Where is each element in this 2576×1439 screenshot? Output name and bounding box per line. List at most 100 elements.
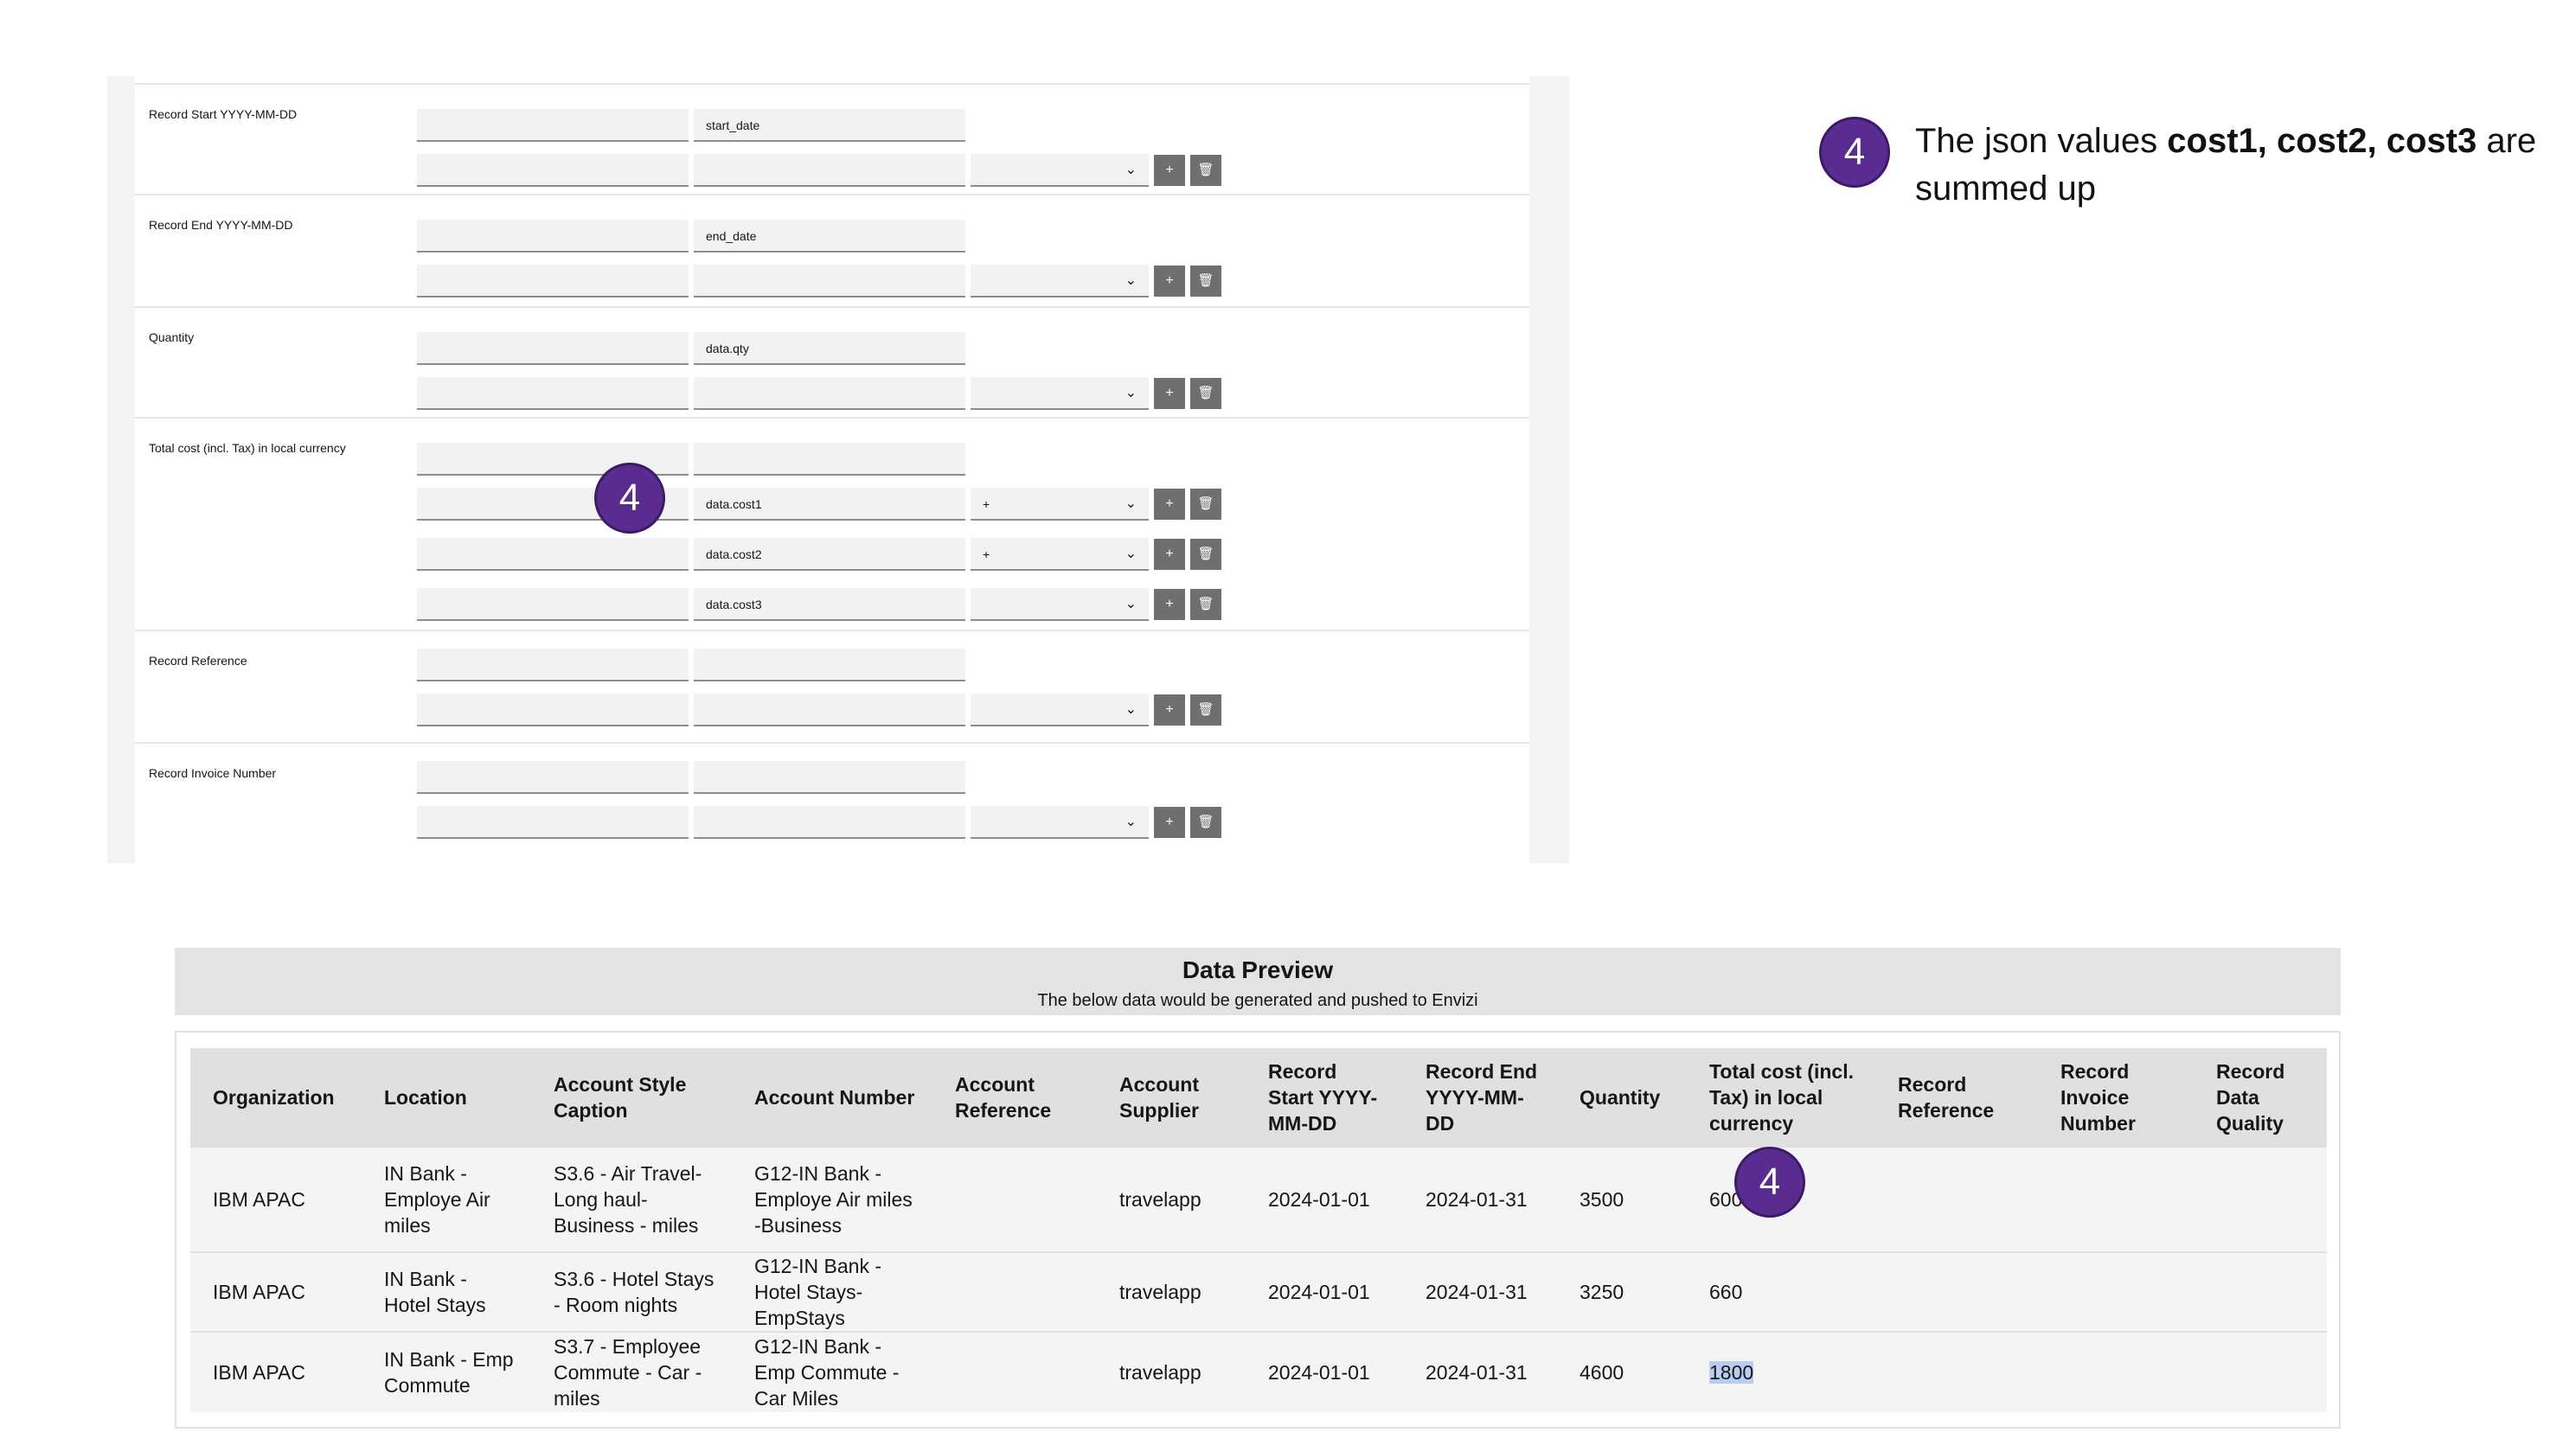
annotation-text-bold: cost1, cost2, cost3: [2167, 122, 2477, 160]
delete-button[interactable]: 🗑: [1190, 807, 1221, 838]
mapping-name-field[interactable]: [417, 220, 689, 253]
trash-icon: 🗑: [1197, 273, 1214, 288]
mapping-name-field[interactable]: [417, 332, 689, 365]
annotation-text: The json values cost1, cost2, cost3 are …: [1915, 118, 2538, 213]
table-cell: G12-IN Bank - Emp Commute - Car Miles: [732, 1331, 932, 1412]
operator-select[interactable]: ⌄: [971, 154, 1149, 187]
field-label: Record Invoice Number: [149, 766, 277, 780]
delete-button[interactable]: 🗑: [1190, 589, 1221, 620]
column-header: Record Data Quality: [2194, 1048, 2327, 1147]
data-preview-subtitle: The below data would be generated and pu…: [1037, 991, 1478, 1010]
form-row-total-cost: Total cost (incl. Tax) in local currency…: [135, 417, 1529, 631]
mapping-name-field[interactable]: [417, 649, 689, 681]
operator-select[interactable]: + ⌄: [971, 488, 1149, 521]
add-button[interactable]: +: [1154, 807, 1185, 838]
annotation-text-prefix: The json values: [1915, 122, 2168, 160]
column-header: Account Supplier: [1097, 1048, 1246, 1147]
delete-button[interactable]: 🗑: [1190, 489, 1221, 520]
trash-icon: 🗑: [1197, 597, 1214, 611]
delete-button[interactable]: 🗑: [1190, 378, 1221, 409]
step-badge: 4: [1737, 1149, 1803, 1215]
expression-right-field[interactable]: data.cost2: [694, 538, 965, 571]
trash-icon: 🗑: [1197, 496, 1214, 511]
table-cell-total-cost: 600 4: [1687, 1146, 1875, 1252]
form-row-record-end: Record End YYYY-MM-DD end_date ⌄ + 🗑: [135, 194, 1529, 308]
table-cell: 2024-01-31: [1403, 1146, 1557, 1252]
table-cell: IBM APAC: [190, 1251, 362, 1332]
chevron-down-icon: ⌄: [1125, 702, 1137, 717]
add-button[interactable]: +: [1154, 378, 1185, 409]
table-cell: [1875, 1146, 2038, 1252]
delete-button[interactable]: 🗑: [1190, 694, 1221, 726]
expression-left-field[interactable]: [417, 694, 689, 726]
form-row-quantity: Quantity data.qty ⌄ + 🗑: [135, 306, 1529, 419]
expression-right-field[interactable]: [694, 694, 965, 726]
mapping-value-field[interactable]: end_date: [694, 220, 965, 253]
table-cell: 4600: [1557, 1331, 1687, 1412]
trash-icon: 🗑: [1197, 815, 1214, 829]
table-cell: travelapp: [1097, 1331, 1246, 1412]
table-cell: IN Bank - Hotel Stays: [362, 1251, 531, 1332]
table-cell: [932, 1331, 1097, 1412]
expression-left-field[interactable]: [417, 588, 689, 621]
delete-button[interactable]: 🗑: [1190, 539, 1221, 570]
expression-left-field[interactable]: [417, 265, 689, 297]
mapping-value-field[interactable]: [694, 443, 965, 476]
operator-select[interactable]: ⌄: [971, 265, 1149, 297]
table-row: IBM APAC IN Bank - Hotel Stays S3.6 - Ho…: [190, 1251, 2327, 1332]
add-button[interactable]: +: [1154, 589, 1185, 620]
column-header: Record Invoice Number: [2038, 1048, 2194, 1147]
column-header: Account Style Caption: [531, 1048, 732, 1147]
table-cell: [2194, 1146, 2327, 1252]
mapping-name-field[interactable]: [417, 761, 689, 794]
operator-select[interactable]: ⌄: [971, 377, 1149, 410]
add-button[interactable]: +: [1154, 694, 1185, 726]
data-preview-header: Data Preview The below data would be gen…: [175, 948, 2341, 1015]
table-cell: [2194, 1331, 2327, 1412]
add-button[interactable]: +: [1154, 265, 1185, 297]
expression-left-field[interactable]: [417, 154, 689, 187]
table-cell: [2038, 1251, 2194, 1332]
column-header: Organization: [190, 1048, 362, 1147]
mapping-name-field[interactable]: [417, 109, 689, 142]
mapping-value-field[interactable]: [694, 649, 965, 681]
table-cell: [2194, 1251, 2327, 1332]
column-header: Quantity: [1557, 1048, 1687, 1147]
table-header-row: Organization Location Account Style Capt…: [190, 1048, 2327, 1147]
add-button[interactable]: +: [1154, 489, 1185, 520]
mapping-value-field[interactable]: data.qty: [694, 332, 965, 365]
chevron-down-icon: ⌄: [1125, 547, 1137, 561]
mapping-value-field[interactable]: start_date: [694, 109, 965, 142]
add-button[interactable]: +: [1154, 155, 1185, 186]
column-header: Record End YYYY-MM-DD: [1403, 1048, 1557, 1147]
form-row-record-reference: Record Reference ⌄ + 🗑: [135, 630, 1529, 744]
table-cell: 2024-01-31: [1403, 1251, 1557, 1332]
table-cell: travelapp: [1097, 1146, 1246, 1252]
add-button[interactable]: +: [1154, 539, 1185, 570]
table-cell: [1875, 1331, 2038, 1412]
expression-left-field[interactable]: [417, 377, 689, 410]
expression-right-field[interactable]: data.cost3: [694, 588, 965, 621]
mapping-value-field[interactable]: [694, 761, 965, 794]
trash-icon: 🗑: [1197, 702, 1214, 717]
operator-select[interactable]: ⌄: [971, 588, 1149, 621]
operator-select[interactable]: + ⌄: [971, 538, 1149, 571]
table-cell: 2024-01-01: [1246, 1146, 1403, 1252]
table-cell: IN Bank - Employe Air miles: [362, 1146, 531, 1252]
expression-right-field[interactable]: [694, 154, 965, 187]
delete-button[interactable]: 🗑: [1190, 155, 1221, 186]
field-label: Record Reference: [149, 654, 247, 668]
expression-left-field[interactable]: [417, 538, 689, 571]
table-cell: S3.6 - Hotel Stays - Room nights: [531, 1251, 732, 1332]
delete-button[interactable]: 🗑: [1190, 265, 1221, 297]
expression-right-field[interactable]: [694, 806, 965, 839]
expression-right-field[interactable]: [694, 377, 965, 410]
operator-select[interactable]: ⌄: [971, 806, 1149, 839]
column-header: Record Reference: [1875, 1048, 2038, 1147]
expression-right-field[interactable]: data.cost1: [694, 488, 965, 521]
operator-select[interactable]: ⌄: [971, 694, 1149, 726]
trash-icon: 🗑: [1197, 547, 1214, 561]
expression-right-field[interactable]: [694, 265, 965, 297]
expression-left-field[interactable]: [417, 806, 689, 839]
table-row: IBM APAC IN Bank - Emp Commute S3.7 - Em…: [190, 1331, 2327, 1412]
